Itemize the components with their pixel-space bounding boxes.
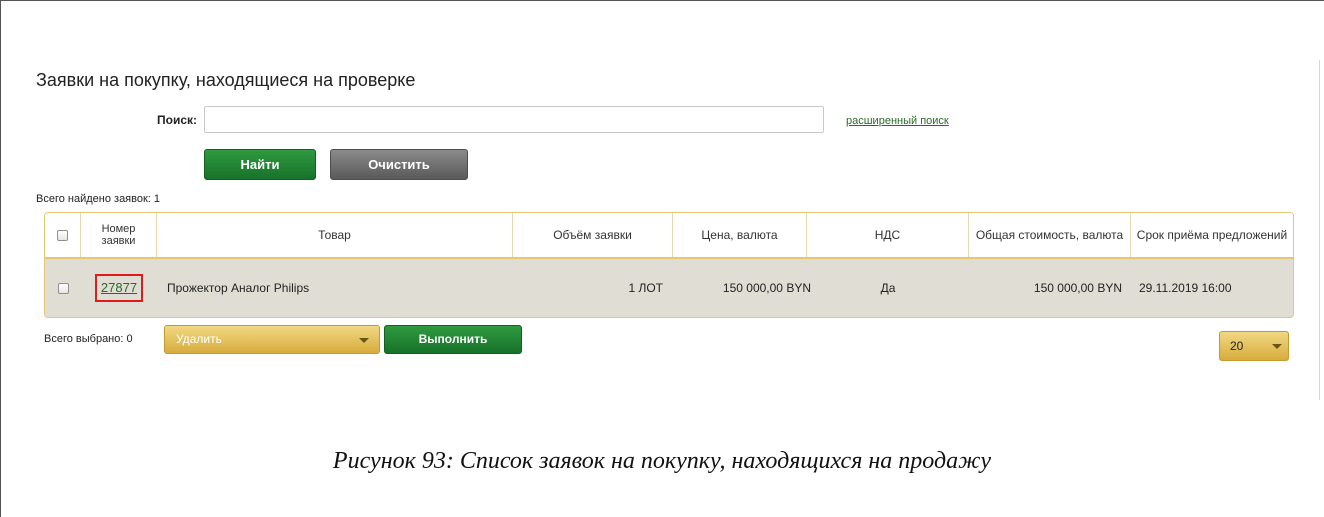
row-volume: 1 ЛОТ [628, 281, 663, 295]
header-volume-label: Объём заявки [553, 228, 632, 242]
requests-table: Номер заявки Товар Объём заявки Цена, ва… [44, 212, 1294, 318]
chevron-down-icon [1272, 344, 1282, 349]
table-header: Номер заявки Товар Объём заявки Цена, ва… [45, 213, 1293, 259]
chevron-down-icon [359, 338, 369, 343]
header-vat: НДС [807, 213, 969, 257]
header-number: Номер заявки [81, 213, 157, 257]
header-price-label: Цена, валюта [701, 228, 778, 242]
header-volume: Объём заявки [513, 213, 673, 257]
page-size-value: 20 [1230, 339, 1244, 353]
row-total: 150 000,00 BYN [1033, 281, 1122, 295]
row-product: Прожектор Аналог Philips [167, 281, 310, 295]
search-label: Поиск: [157, 113, 198, 127]
figure-caption: Рисунок 93: Список заявок на покупку, на… [332, 448, 992, 474]
header-select-cell [45, 213, 81, 257]
bulk-action-value: Удалить [176, 332, 222, 346]
page-title: Заявки на покупку, находящиеся на провер… [36, 70, 416, 90]
bulk-action-select[interactable]: Удалить [164, 325, 380, 354]
row-checkbox[interactable] [57, 282, 69, 294]
selected-count-text: Всего выбрано: 0 [44, 333, 133, 345]
row-number-cell: 27877 [81, 259, 157, 317]
row-vat: Да [880, 281, 896, 295]
total-found-text: Всего найдено заявок: 1 [36, 193, 161, 205]
header-vat-label: НДС [874, 228, 901, 242]
header-number-label: Номер заявки [101, 223, 136, 247]
request-number-link[interactable]: 27877 [94, 274, 144, 302]
execute-button[interactable]: Выполнить [384, 325, 522, 354]
header-product-label: Товар [318, 228, 351, 242]
header-total: Общая стоимость, валюта [969, 213, 1131, 257]
advanced-search-link[interactable]: расширенный поиск [846, 115, 949, 127]
header-product: Товар [157, 213, 513, 257]
row-price: 150 000,00 BYN [722, 281, 811, 295]
table-row: 27877 Прожектор Аналог Philips 1 ЛОТ 150… [45, 259, 1293, 317]
header-total-label: Общая стоимость, валюта [975, 228, 1124, 242]
header-deadline: Срок приёма предложений [1131, 213, 1293, 257]
clear-button[interactable]: Очистить [330, 149, 468, 180]
row-select-cell [45, 259, 81, 317]
header-deadline-label: Срок приёма предложений [1136, 228, 1288, 242]
row-deadline: 29.11.2019 16:00 [1139, 281, 1232, 295]
frame-left-border [0, 0, 1, 517]
frame-top-border [0, 0, 1324, 1]
find-button[interactable]: Найти [204, 149, 316, 180]
select-all-checkbox[interactable] [57, 229, 68, 241]
header-price: Цена, валюта [673, 213, 807, 257]
page-size-select[interactable]: 20 [1219, 331, 1289, 361]
search-input[interactable] [204, 106, 824, 133]
frame-right-divider [1319, 60, 1320, 400]
